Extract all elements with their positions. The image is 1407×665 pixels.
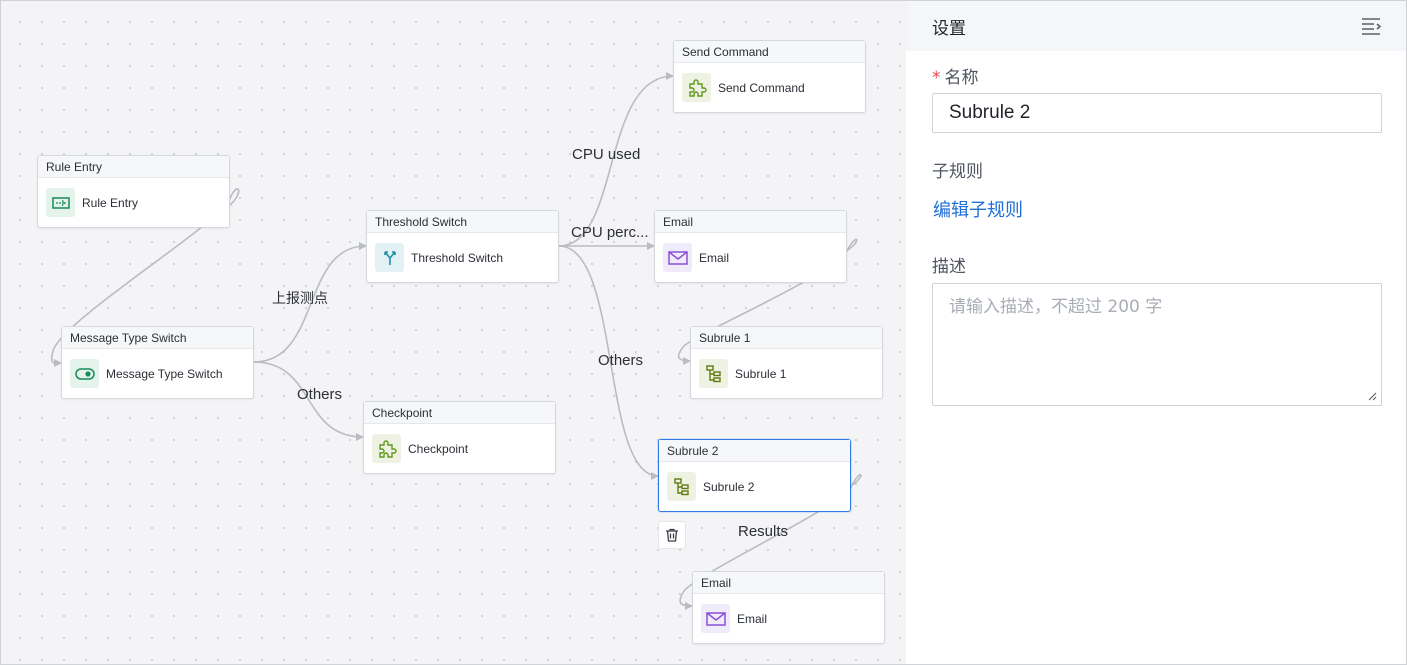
edge-label-report-points: 上报测点 — [272, 290, 328, 306]
rule-entry-icon — [46, 188, 75, 217]
node-subrule-2[interactable]: Subrule 2 Subrule 2 — [658, 439, 851, 512]
puzzle-icon — [372, 434, 401, 463]
name-field-label: * 名称 — [932, 63, 979, 88]
node-subrule-1[interactable]: Subrule 1 Subrule 1 — [690, 326, 883, 399]
node-header: Subrule 1 — [691, 327, 882, 349]
node-label: Send Command — [718, 80, 805, 95]
node-header: Email — [655, 211, 846, 233]
node-label: Message Type Switch — [106, 366, 223, 381]
node-rule-entry[interactable]: Rule Entry Rule Entry — [37, 155, 230, 228]
edit-subrule-link[interactable]: 编辑子规则 — [933, 196, 1023, 222]
tree-icon — [667, 472, 696, 501]
tree-icon — [699, 359, 728, 388]
required-mark: * — [932, 68, 941, 88]
node-label: Checkpoint — [408, 441, 469, 456]
envelope-icon — [663, 243, 692, 272]
description-textarea[interactable]: 请输入描述，不超过 200 字 — [932, 283, 1382, 406]
node-header: Checkpoint — [364, 402, 555, 424]
node-message-type-switch[interactable]: Message Type Switch Message Type Switch — [61, 326, 254, 399]
toggle-switch-icon — [70, 359, 99, 388]
node-label: Subrule 2 — [703, 479, 755, 494]
trash-icon — [666, 528, 678, 542]
node-label: Email — [699, 250, 730, 265]
delete-node-button[interactable] — [658, 521, 686, 549]
panel-title: 设置 — [932, 18, 966, 39]
node-label: Threshold Switch — [411, 250, 504, 265]
node-header: Send Command — [674, 41, 865, 63]
node-send-command[interactable]: Send Command Send Command — [673, 40, 866, 113]
node-header: Rule Entry — [38, 156, 229, 178]
name-input[interactable]: Subrule 2 — [932, 93, 1382, 133]
collapse-panel-icon[interactable] — [1360, 15, 1382, 37]
edge-label-cpu-perc: CPU perc... — [571, 224, 649, 241]
description-placeholder: 请输入描述，不超过 200 字 — [949, 297, 1163, 317]
node-label: Rule Entry — [82, 195, 139, 210]
description-field-label: 描述 — [932, 257, 966, 277]
node-checkpoint[interactable]: Checkpoint Checkpoint — [363, 401, 556, 474]
node-header: Subrule 2 — [659, 440, 850, 462]
settings-panel: 设置 * 名称 Subrule 2 子规则 编辑子规则 描述 请输入描述，不超过 … — [906, 1, 1406, 664]
node-email[interactable]: Email Email — [692, 571, 885, 644]
node-threshold-switch[interactable]: Threshold Switch Threshold Switch — [366, 210, 559, 283]
edge-label-others: Others — [297, 386, 343, 403]
edge-label-cpu-used: CPU used — [572, 146, 641, 163]
node-label: Email — [737, 611, 768, 626]
subrule-field-label: 子规则 — [932, 162, 983, 182]
resize-grip-icon[interactable] — [1368, 392, 1377, 401]
envelope-icon — [701, 604, 730, 633]
node-email[interactable]: Email Email — [654, 210, 847, 283]
node-label: Subrule 1 — [735, 366, 787, 381]
node-header: Message Type Switch — [62, 327, 253, 349]
name-label-text: 名称 — [944, 68, 979, 88]
app-window: 上报测点 Others CPU used CPU perc... Others … — [0, 0, 1407, 665]
puzzle-icon — [682, 73, 711, 102]
edge-label-others: Others — [598, 352, 644, 369]
node-header: Email — [693, 572, 884, 594]
flow-canvas[interactable]: 上报测点 Others CPU used CPU perc... Others … — [1, 1, 906, 664]
node-header: Threshold Switch — [367, 211, 558, 233]
panel-header: 设置 — [906, 1, 1406, 51]
fork-icon — [375, 243, 404, 272]
edge-label-results: Results — [738, 523, 789, 540]
